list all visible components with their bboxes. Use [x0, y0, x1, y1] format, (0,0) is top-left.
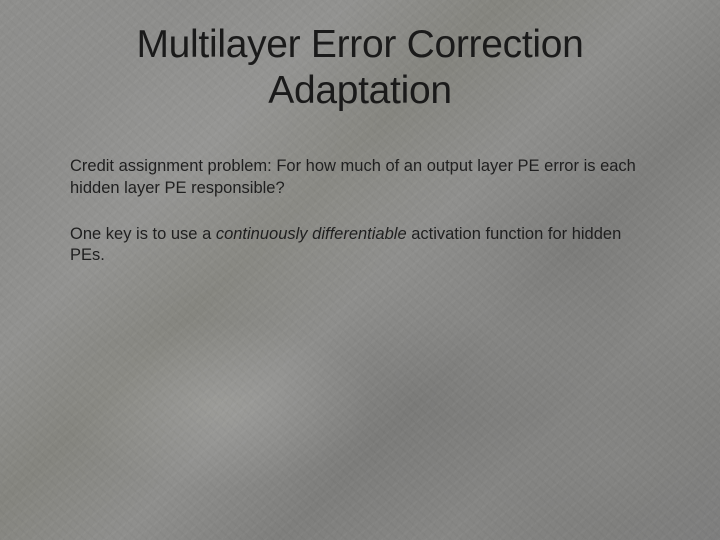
p2-emphasis: continuously differentiable [216, 225, 407, 243]
p2-lead: One key is to use a [70, 225, 216, 243]
paragraph-1: Credit assignment problem: For how much … [70, 156, 650, 200]
slide-content: Multilayer Error Correction Adaptation C… [0, 0, 720, 540]
slide-body: Credit assignment problem: For how much … [64, 156, 656, 267]
title-line-2: Adaptation [268, 69, 452, 112]
slide-title: Multilayer Error Correction Adaptation [64, 22, 656, 114]
paragraph-2: One key is to use a continuously differe… [70, 224, 650, 268]
title-line-1: Multilayer Error Correction [136, 23, 583, 66]
